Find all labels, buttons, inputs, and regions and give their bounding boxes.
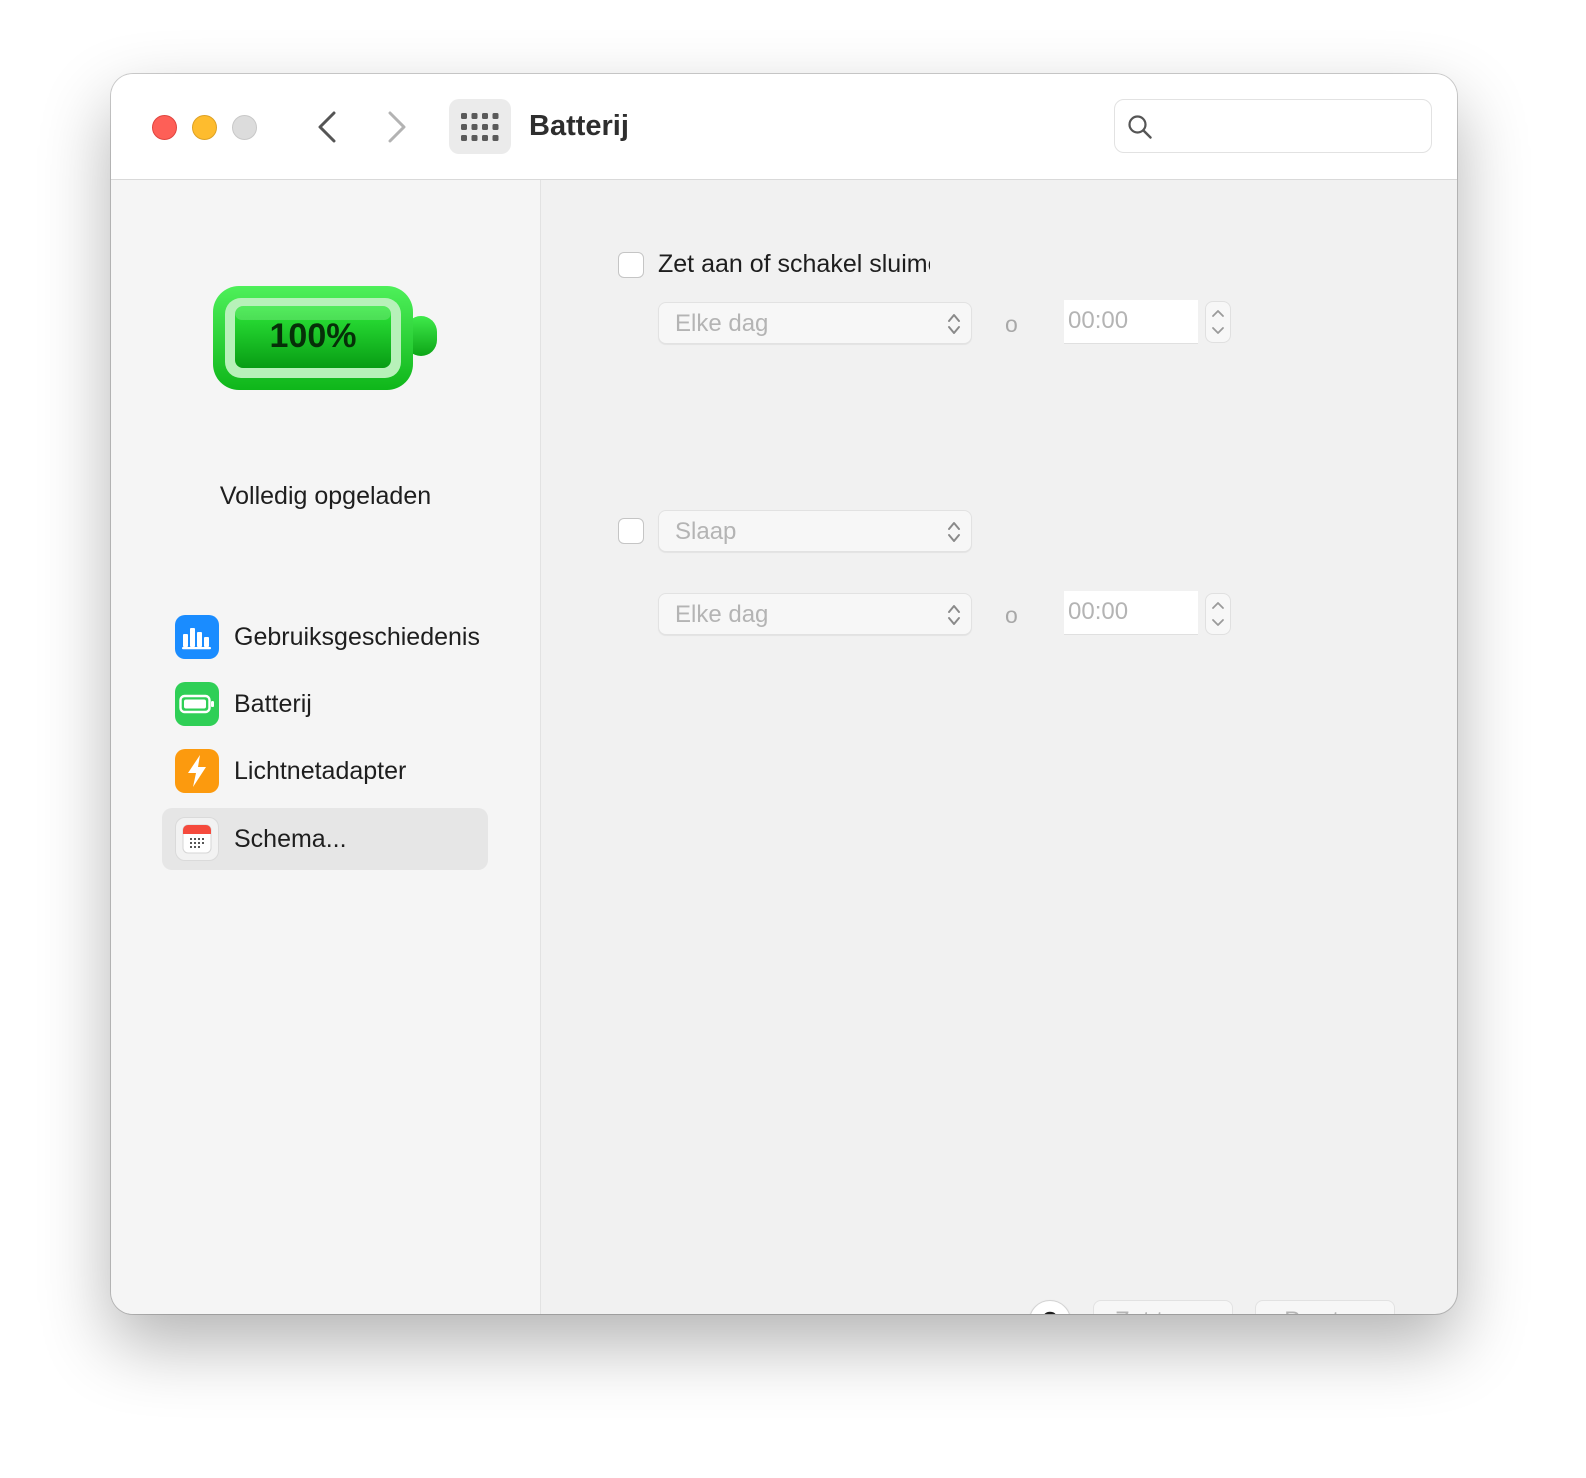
lightning-icon [175, 749, 219, 793]
calendar-icon [175, 817, 219, 861]
sidebar-item-label: Lichtnetadapter [234, 756, 407, 785]
search-icon [1128, 115, 1152, 139]
sleep-action-value: Slaap [675, 518, 737, 545]
battery-percentage: 100% [269, 317, 357, 355]
grid-icon [461, 112, 499, 141]
battery-level-graphic: 100% [209, 280, 445, 401]
startup-day-value: Elke dag [675, 310, 769, 337]
sleep-time-value: 00:00 [1068, 598, 1129, 625]
close-button[interactable] [152, 115, 177, 140]
title-bar: Batterij [111, 74, 1457, 180]
chevron-left-icon [318, 111, 336, 143]
search-input[interactable] [1163, 108, 1427, 146]
sidebar-item-usage-history[interactable]: Gebruiksgeschiedenis [162, 606, 488, 668]
show-all-button[interactable] [449, 99, 511, 154]
sidebar-item-schedule[interactable]: Schema... [162, 808, 488, 870]
chevron-right-icon [388, 111, 406, 143]
sidebar-item-power-adapter[interactable]: Lichtnetadapter [162, 740, 488, 802]
sleep-checkbox[interactable] [618, 518, 644, 544]
startup-day-select[interactable]: Elke dag [658, 302, 972, 344]
back-button[interactable] [307, 106, 347, 148]
sidebar: 100% Volledig opgeladen Gebruiksgeschied… [111, 180, 541, 1314]
startup-label: Zet aan of schakel sluimerstand uit [658, 250, 930, 278]
startup-time-field[interactable]: 00:00 [1064, 300, 1198, 344]
startup-at-label: o [1005, 311, 1018, 337]
startup-time-value: 00:00 [1068, 307, 1129, 334]
stepper-arrows-icon [1212, 310, 1224, 334]
zoom-button[interactable] [232, 115, 257, 140]
up-down-chevron-icon [948, 314, 960, 334]
sidebar-item-label: Schema... [234, 824, 347, 853]
startup-checkbox[interactable] [618, 252, 644, 278]
sidebar-item-label: Gebruiksgeschiedenis [234, 622, 480, 651]
schedule-pane: Zet aan of schakel sluimerstand uit Elke… [541, 180, 1457, 1314]
help-button[interactable]: ? [1029, 1300, 1071, 1314]
sleep-at-label: o [1005, 602, 1018, 628]
apply-button[interactable]: Pas toe [1255, 1300, 1395, 1314]
sleep-day-value: Elke dag [675, 601, 769, 628]
battery-icon [175, 682, 219, 726]
up-down-chevron-icon [948, 605, 960, 625]
sidebar-item-battery[interactable]: Batterij [162, 673, 488, 735]
sleep-time-field[interactable]: 00:00 [1064, 591, 1198, 635]
minimize-button[interactable] [192, 115, 217, 140]
settings-window: Batterij 100% Volledig opgeladen Gebruik… [111, 74, 1457, 1314]
search-field[interactable] [1114, 99, 1432, 153]
battery-status: Volledig opgeladen [219, 482, 432, 510]
sleep-time-stepper[interactable] [1205, 593, 1231, 635]
sleep-action-select[interactable]: Slaap [658, 510, 972, 552]
forward-button[interactable] [377, 106, 417, 148]
up-down-chevron-icon [948, 522, 960, 542]
stepper-arrows-icon [1212, 602, 1224, 626]
startup-time-stepper[interactable] [1205, 301, 1231, 343]
window-title: Batterij [529, 110, 629, 142]
sleep-day-select[interactable]: Elke dag [658, 593, 972, 635]
revert-button[interactable]: Zet terug [1093, 1300, 1233, 1314]
bar-chart-icon [175, 615, 219, 659]
sidebar-item-label: Batterij [234, 689, 312, 718]
